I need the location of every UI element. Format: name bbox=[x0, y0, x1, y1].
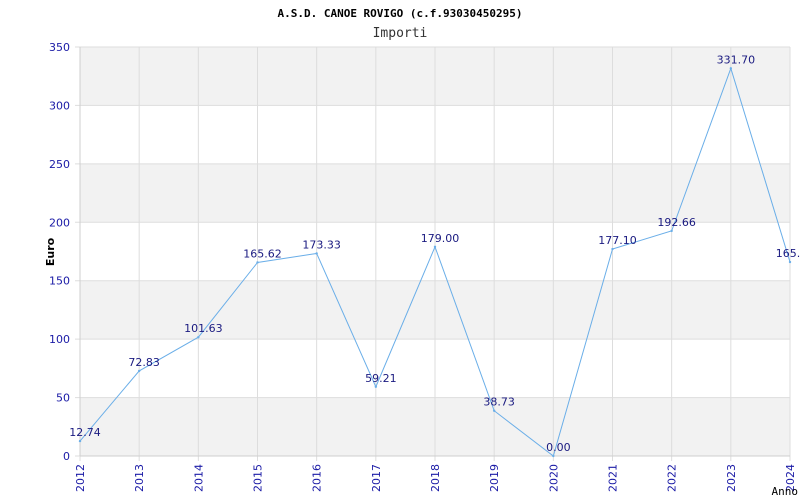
chart-subtitle: Importi bbox=[373, 26, 428, 41]
data-point bbox=[374, 385, 378, 389]
y-tick-label: 250 bbox=[49, 158, 70, 171]
y-axis-label: Euro bbox=[44, 237, 57, 266]
y-tick-label: 150 bbox=[49, 275, 70, 288]
x-tick-label: 2020 bbox=[547, 464, 560, 492]
data-label: 179.00 bbox=[421, 232, 460, 245]
data-point bbox=[611, 247, 614, 251]
data-label: 331.70 bbox=[717, 53, 756, 66]
data-point bbox=[256, 261, 259, 264]
data-label: 12.74 bbox=[69, 426, 101, 439]
x-tick-label: 2016 bbox=[311, 464, 324, 492]
x-tick-label: 2012 bbox=[74, 464, 87, 492]
data-point bbox=[492, 409, 496, 412]
data-point bbox=[552, 454, 555, 458]
x-tick-label: 2019 bbox=[488, 464, 501, 492]
data-point bbox=[315, 252, 318, 255]
data-point bbox=[197, 336, 200, 339]
y-tick-label: 300 bbox=[49, 99, 70, 112]
data-point bbox=[137, 369, 141, 373]
x-tick-label: 2023 bbox=[725, 464, 738, 492]
data-label: 0.00 bbox=[546, 441, 571, 454]
x-tick-label: 2017 bbox=[370, 464, 383, 492]
data-point bbox=[670, 229, 673, 233]
data-label: 165.98 bbox=[776, 247, 800, 260]
data-label: 101.63 bbox=[184, 322, 223, 335]
data-point bbox=[433, 245, 437, 249]
data-label: 72.83 bbox=[128, 356, 160, 369]
data-label: 38.73 bbox=[483, 396, 515, 409]
x-tick-label: 2014 bbox=[192, 464, 205, 492]
x-tick-label: 2015 bbox=[252, 464, 265, 492]
chart-title: A.S.D. CANOE ROVIGO (c.f.93030450295) bbox=[277, 7, 522, 20]
x-tick-label: 2022 bbox=[666, 464, 679, 492]
y-tick-label: 0 bbox=[63, 450, 70, 463]
data-point bbox=[788, 260, 792, 264]
data-label: 192.66 bbox=[657, 216, 696, 229]
y-tick-label: 50 bbox=[56, 392, 70, 405]
x-tick-label: 2013 bbox=[133, 464, 146, 492]
data-label: 165.62 bbox=[243, 247, 282, 260]
y-tick-label: 350 bbox=[49, 41, 70, 54]
data-label: 177.10 bbox=[598, 234, 637, 247]
x-tick-labels: 2012 2013 2014 2015 2016 2017 2018 2019 2020 2021… bbox=[74, 464, 797, 492]
data-label: 59.21 bbox=[365, 372, 397, 385]
x-tick-label: 2021 bbox=[607, 464, 620, 492]
x-axis-label: Anno bbox=[772, 485, 799, 498]
x-tick-label: 2018 bbox=[429, 464, 442, 492]
y-tick-label: 100 bbox=[49, 333, 70, 346]
y-tick-label: 200 bbox=[49, 216, 70, 229]
data-point bbox=[78, 439, 82, 443]
line-chart: 050100150200250300350 2012 2013 2014 2015 20… bbox=[44, 7, 800, 498]
data-label: 173.33 bbox=[302, 238, 341, 251]
data-point bbox=[729, 67, 733, 70]
